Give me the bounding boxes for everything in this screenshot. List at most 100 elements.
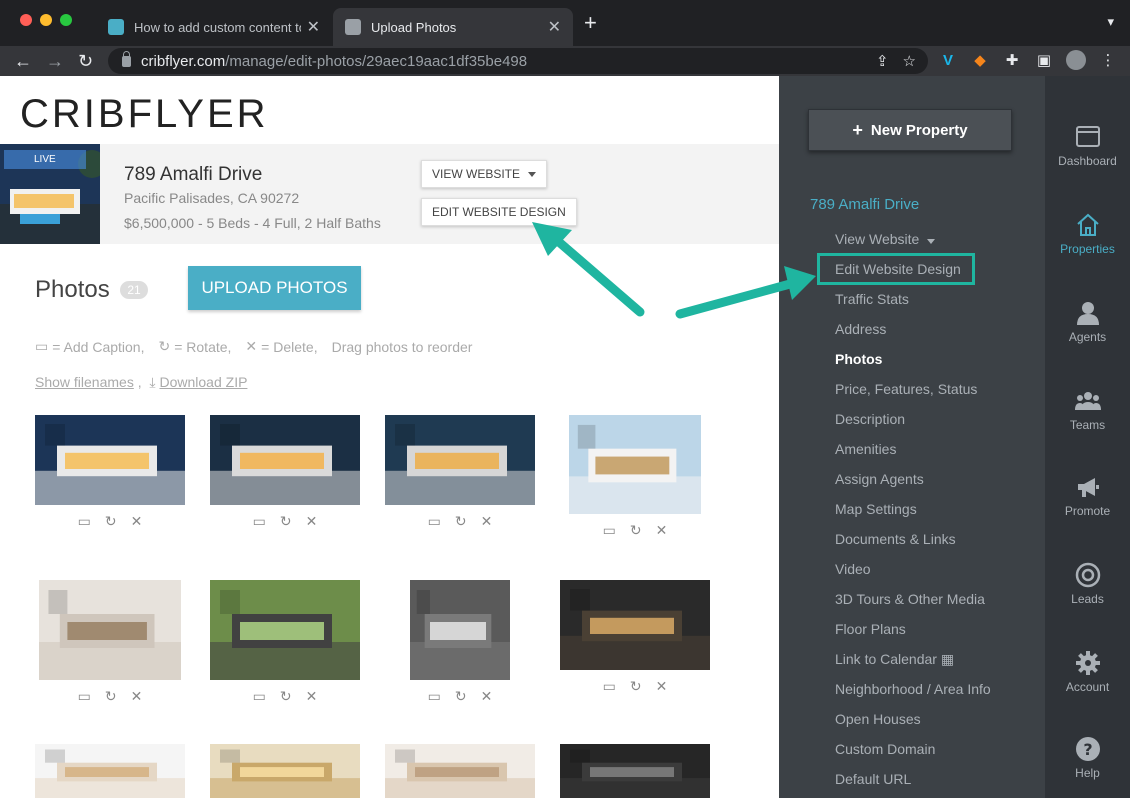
- property-photo[interactable]: [385, 415, 535, 505]
- rail-promote[interactable]: Promote: [1045, 474, 1130, 518]
- rotate-icon[interactable]: ↻: [455, 688, 467, 705]
- property-photo[interactable]: [385, 744, 535, 798]
- address-bar[interactable]: cribflyer.com/manage/edit-photos/29aec19…: [108, 48, 928, 74]
- property-photo[interactable]: [35, 744, 185, 798]
- property-photo[interactable]: [39, 580, 181, 680]
- photo-item[interactable]: [39, 580, 181, 680]
- caption-comment-icon[interactable]: ▭: [428, 688, 441, 705]
- delete-icon[interactable]: ✕: [306, 688, 318, 705]
- sidebar-item[interactable]: Video: [835, 561, 871, 577]
- delete-icon[interactable]: ✕: [306, 513, 318, 530]
- sidebar-property-name[interactable]: 789 Amalfi Drive: [810, 196, 919, 213]
- property-photo[interactable]: [560, 744, 710, 798]
- rotate-icon[interactable]: ↻: [280, 513, 292, 530]
- rotate-icon[interactable]: ↻: [630, 678, 642, 695]
- rail-dashboard[interactable]: Dashboard: [1045, 124, 1130, 168]
- property-photo[interactable]: [560, 580, 710, 670]
- rotate-icon[interactable]: ↻: [105, 513, 117, 530]
- cribflyer-logo[interactable]: CRIBFLYER: [20, 92, 269, 137]
- photo-item[interactable]: [560, 744, 710, 798]
- share-icon[interactable]: ⇪: [876, 52, 889, 70]
- sidebar-item[interactable]: Neighborhood / Area Info: [835, 681, 991, 697]
- browser-tab-upload-photos[interactable]: Upload Photos ✕: [333, 8, 573, 46]
- caption-comment-icon[interactable]: ▭: [603, 522, 616, 539]
- sidebar-item[interactable]: Link to Calendar ▦: [835, 651, 954, 668]
- rail-agents[interactable]: Agents: [1045, 300, 1130, 344]
- tab-search-chevron-icon[interactable]: ▾: [1107, 14, 1114, 30]
- photo-item[interactable]: [35, 415, 185, 505]
- show-filenames-link[interactable]: Show filenames: [35, 374, 134, 390]
- photo-item[interactable]: [385, 415, 535, 505]
- delete-icon[interactable]: ✕: [656, 522, 668, 539]
- bookmark-star-icon[interactable]: ☆: [903, 52, 916, 70]
- close-tab-icon[interactable]: ✕: [548, 17, 561, 37]
- sidebar-item[interactable]: Address: [835, 321, 886, 337]
- browser-menu-icon[interactable]: ⋮: [1098, 50, 1118, 70]
- sidebar-item[interactable]: Traffic Stats: [835, 291, 909, 307]
- photo-item[interactable]: [569, 415, 701, 514]
- caption-comment-icon[interactable]: ▭: [253, 513, 266, 530]
- photo-item[interactable]: [410, 580, 510, 680]
- sidebar-item[interactable]: Price, Features, Status: [835, 381, 977, 397]
- sidebar-item[interactable]: Default URL: [835, 771, 911, 787]
- delete-icon[interactable]: ✕: [481, 513, 493, 530]
- extensions-puzzle-icon[interactable]: ✚: [1002, 50, 1022, 70]
- close-tab-icon[interactable]: ✕: [307, 17, 320, 37]
- rotate-icon[interactable]: ↻: [280, 688, 292, 705]
- rail-account[interactable]: Account: [1045, 650, 1130, 694]
- browser-tab-help-article[interactable]: How to add custom content to ✕: [96, 8, 332, 46]
- caption-comment-icon[interactable]: ▭: [603, 678, 616, 695]
- new-tab-button[interactable]: +: [584, 12, 597, 34]
- caption-comment-icon[interactable]: ▭: [78, 688, 91, 705]
- new-property-button[interactable]: + New Property: [808, 109, 1012, 151]
- photo-item[interactable]: [560, 580, 710, 670]
- property-photo[interactable]: [569, 415, 701, 514]
- forward-arrow-icon[interactable]: →: [46, 50, 64, 72]
- delete-icon[interactable]: ✕: [656, 678, 668, 695]
- sidebar-item[interactable]: Map Settings: [835, 501, 917, 517]
- rail-teams[interactable]: Teams: [1045, 388, 1130, 432]
- rail-leads[interactable]: Leads: [1045, 562, 1130, 606]
- property-photo[interactable]: [210, 415, 360, 505]
- caption-comment-icon[interactable]: ▭: [428, 513, 441, 530]
- property-photo[interactable]: [210, 744, 360, 798]
- minimize-window-button[interactable]: [40, 14, 52, 26]
- rotate-icon[interactable]: ↻: [630, 522, 642, 539]
- caption-comment-icon[interactable]: ▭: [253, 688, 266, 705]
- photo-item[interactable]: [210, 415, 360, 505]
- close-window-button[interactable]: [20, 14, 32, 26]
- photo-item[interactable]: [385, 744, 535, 798]
- property-photo[interactable]: [410, 580, 510, 680]
- photo-item[interactable]: [210, 744, 360, 798]
- sidebar-item[interactable]: Open Houses: [835, 711, 921, 727]
- vimeo-extension-icon[interactable]: V: [938, 50, 958, 70]
- sidebar-item[interactable]: Description: [835, 411, 905, 427]
- property-photo[interactable]: [35, 415, 185, 505]
- sidebar-item[interactable]: Assign Agents: [835, 471, 924, 487]
- zoom-window-button[interactable]: [60, 14, 72, 26]
- caption-comment-icon[interactable]: ▭: [78, 513, 91, 530]
- sidebar-item[interactable]: Edit Website Design: [835, 261, 961, 277]
- photo-item[interactable]: [210, 580, 360, 680]
- upload-photos-button[interactable]: UPLOAD PHOTOS: [188, 266, 361, 310]
- metamask-extension-icon[interactable]: ◆: [970, 50, 990, 70]
- side-panel-icon[interactable]: ▣: [1034, 50, 1054, 70]
- view-website-button[interactable]: VIEW WEBSITE: [421, 160, 548, 188]
- sidebar-item[interactable]: Amenities: [835, 441, 896, 457]
- photo-item[interactable]: [35, 744, 185, 798]
- delete-icon[interactable]: ✕: [481, 688, 493, 705]
- sidebar-item[interactable]: Photos: [835, 351, 882, 367]
- sidebar-item[interactable]: 3D Tours & Other Media: [835, 591, 985, 607]
- download-zip-link[interactable]: Download ZIP: [159, 374, 247, 390]
- rotate-icon[interactable]: ↻: [105, 688, 117, 705]
- edit-website-design-button[interactable]: EDIT WEBSITE DESIGN: [421, 198, 577, 226]
- property-photo[interactable]: [210, 580, 360, 680]
- delete-icon[interactable]: ✕: [131, 513, 143, 530]
- rail-properties[interactable]: Properties: [1045, 212, 1130, 256]
- sidebar-item[interactable]: Floor Plans: [835, 621, 906, 637]
- sidebar-item[interactable]: Documents & Links: [835, 531, 956, 547]
- rail-help[interactable]: ? Help: [1045, 736, 1130, 780]
- sidebar-item[interactable]: View Website: [835, 231, 936, 247]
- delete-icon[interactable]: ✕: [131, 688, 143, 705]
- sidebar-item[interactable]: Custom Domain: [835, 741, 935, 757]
